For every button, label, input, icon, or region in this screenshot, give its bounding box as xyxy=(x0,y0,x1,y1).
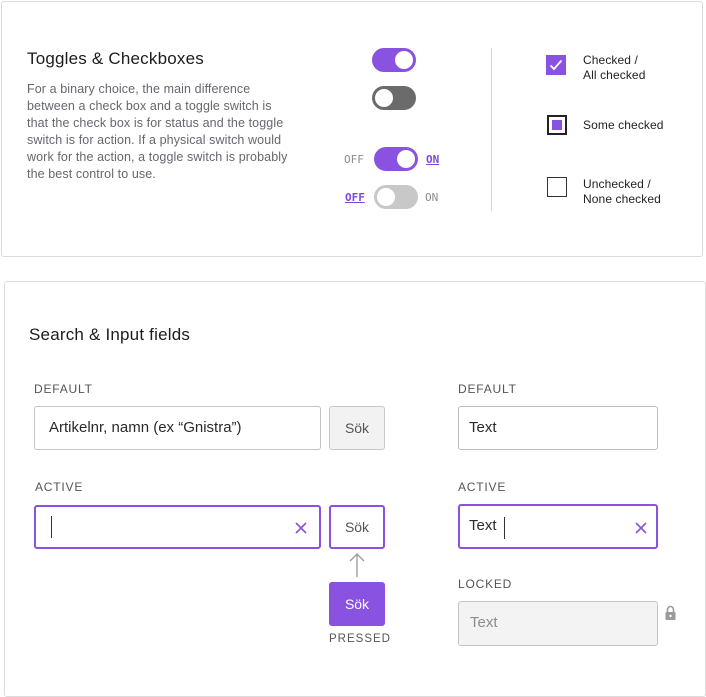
labeled-toggle-on[interactable] xyxy=(374,147,418,171)
up-arrow-icon xyxy=(349,553,365,577)
toggle-off-label: OFF xyxy=(344,153,364,166)
section-title: Search & Input fields xyxy=(29,325,191,344)
label-line: Checked / xyxy=(583,53,638,67)
check-icon xyxy=(549,59,563,71)
section-title: Toggles & Checkboxes xyxy=(27,49,204,68)
locked-label: LOCKED xyxy=(458,577,513,591)
input-value: Text xyxy=(470,614,498,631)
toggle-knob xyxy=(397,150,415,168)
toggle-on-label: ON xyxy=(426,153,440,166)
search-button-default[interactable]: Sök xyxy=(329,406,385,450)
default-label: DEFAULT xyxy=(34,382,93,396)
label-line: None checked xyxy=(583,192,661,206)
toggles-checkboxes-card: Toggles & Checkboxes For a binary choice… xyxy=(1,1,703,257)
clear-x-icon[interactable] xyxy=(635,522,647,534)
clear-x-icon[interactable] xyxy=(295,522,307,534)
checkbox-partial[interactable] xyxy=(547,115,567,135)
toggle-off-label: OFF xyxy=(345,191,365,204)
labeled-toggle-off[interactable] xyxy=(374,185,418,209)
toggle-knob xyxy=(377,188,395,206)
checkbox-label: Unchecked / None checked xyxy=(583,177,661,207)
text-input-default[interactable]: Text xyxy=(458,406,658,450)
pressed-caption: PRESSED xyxy=(329,633,391,645)
input-value: Text xyxy=(469,419,497,436)
toggle-knob xyxy=(375,89,393,107)
toggle-switch-off[interactable] xyxy=(372,86,416,110)
checkbox-checked[interactable] xyxy=(546,55,566,75)
input-value: Text xyxy=(469,517,497,534)
label-line: Unchecked / xyxy=(583,177,651,191)
toggle-on-label: ON xyxy=(425,191,439,204)
search-input-card: Search & Input fields DEFAULT Artikelnr,… xyxy=(4,281,706,697)
text-caret xyxy=(504,517,505,539)
lock-icon xyxy=(665,605,676,620)
search-placeholder: Artikelnr, namn (ex “Gnistra”) xyxy=(49,419,242,436)
text-caret xyxy=(51,516,52,538)
section-description: For a binary choice, the main difference… xyxy=(27,82,288,181)
vertical-divider xyxy=(491,48,492,211)
default-label: DEFAULT xyxy=(458,382,517,396)
checkbox-label: Some checked xyxy=(583,118,664,132)
toggle-switch-on[interactable] xyxy=(372,48,416,72)
active-label: ACTIVE xyxy=(458,480,507,494)
checkbox-label: Checked / All checked xyxy=(583,53,645,83)
label-line: All checked xyxy=(583,68,646,82)
text-input-active[interactable]: Text xyxy=(458,504,658,549)
active-label: ACTIVE xyxy=(35,480,84,494)
checkbox-unchecked[interactable] xyxy=(547,177,567,197)
text-input-locked: Text xyxy=(458,601,658,646)
search-button-active[interactable]: Sök xyxy=(329,505,385,549)
search-input-active[interactable] xyxy=(34,505,321,549)
search-input-default[interactable]: Artikelnr, namn (ex “Gnistra”) xyxy=(34,406,321,450)
search-button-pressed[interactable]: Sök xyxy=(329,582,385,626)
partial-fill xyxy=(552,120,562,130)
toggle-knob xyxy=(395,51,413,69)
